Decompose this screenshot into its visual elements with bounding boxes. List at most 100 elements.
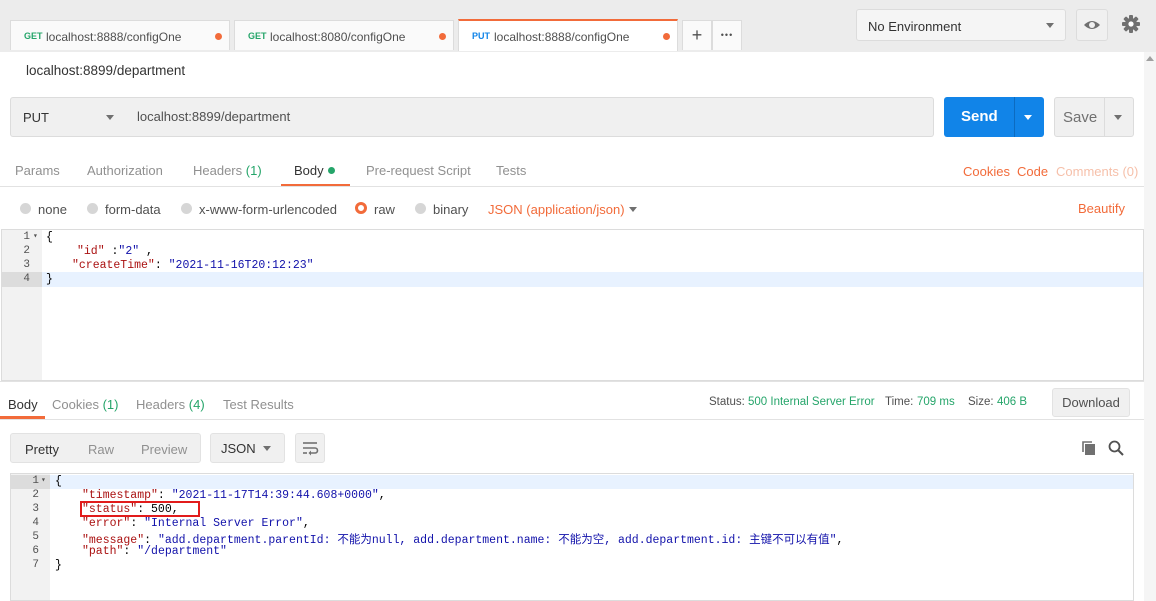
unsaved-dot-icon (439, 33, 446, 40)
status-value: 500 Internal Server Error (748, 396, 875, 408)
send-button[interactable]: Send (944, 97, 1044, 137)
json-comma: , (139, 245, 153, 258)
gear-icon (1122, 15, 1140, 33)
request-title: localhost:8899/department (26, 63, 186, 78)
divider (0, 381, 1156, 382)
radio-urlencoded-label: x-www-form-urlencoded (199, 202, 337, 217)
save-options-chevron-icon[interactable] (1114, 115, 1122, 120)
line-number: 2 (32, 489, 39, 501)
cookies-link[interactable]: Cookies (963, 164, 1010, 179)
environment-select[interactable]: No Environment (856, 9, 1066, 41)
request-body-editor[interactable]: 1 ▾ 2 3 4 { "id" :"2" , "createTime": "2… (1, 229, 1144, 381)
radio-form-data-label: form-data (105, 202, 161, 217)
request-tab-1[interactable]: GET localhost:8888/configOne (10, 20, 230, 50)
tab-body[interactable]: Body (294, 163, 335, 178)
code-line-7: } (55, 559, 62, 572)
time-value: 709 ms (917, 396, 955, 408)
send-label: Send (961, 108, 998, 125)
save-button[interactable]: Save (1054, 97, 1134, 137)
page-scrollbar[interactable] (1144, 52, 1156, 601)
tab-url: localhost:8888/configOne (494, 30, 630, 44)
chevron-down-icon (106, 115, 114, 120)
view-preview-button[interactable]: Preview (141, 442, 187, 457)
wrap-lines-button[interactable] (295, 433, 325, 463)
chevron-down-icon (1046, 23, 1054, 28)
copy-icon[interactable] (1081, 440, 1097, 456)
fold-icon[interactable]: ▾ (41, 475, 46, 485)
response-format-select[interactable]: JSON (210, 433, 285, 463)
line-number: 5 (32, 531, 39, 543)
json-key: "createTime" (72, 259, 155, 272)
view-raw-button[interactable]: Raw (88, 442, 114, 457)
code-line-6: "path": "/department" (82, 545, 227, 558)
http-method-select[interactable]: PUT (10, 97, 127, 137)
search-icon[interactable] (1107, 439, 1125, 457)
radio-urlencoded[interactable] (181, 203, 192, 214)
json-value: "Internal Server Error" (144, 517, 303, 530)
send-options-chevron-icon[interactable] (1024, 115, 1032, 120)
radio-binary-label: binary (433, 202, 469, 217)
response-format-value: JSON (221, 441, 256, 456)
content-type-select[interactable]: JSON (application/json) (488, 202, 625, 217)
settings-button[interactable] (1116, 9, 1148, 41)
save-divider (1104, 98, 1105, 136)
tab-pre-request-script[interactable]: Pre-request Script (366, 163, 471, 178)
more-icon: ••• (720, 30, 734, 40)
fold-icon[interactable]: ▾ (33, 231, 38, 241)
url-input[interactable]: localhost:8899/department (126, 97, 934, 137)
line-number: 3 (23, 259, 30, 271)
response-tab-cookies-count: (1) (102, 397, 119, 412)
tab-params[interactable]: Params (15, 163, 60, 178)
scroll-up-icon[interactable] (1146, 56, 1154, 61)
response-tab-cookies[interactable]: Cookies (1) (52, 397, 118, 412)
radio-form-data[interactable] (87, 203, 98, 214)
response-tab-test-results[interactable]: Test Results (223, 397, 294, 412)
tab-headers[interactable]: Headers (1) (193, 163, 262, 178)
json-key: "id" (77, 245, 105, 258)
new-tab-button[interactable]: + (682, 20, 712, 50)
tab-authorization[interactable]: Authorization (87, 163, 163, 178)
comments-link[interactable]: Comments (0) (1056, 164, 1138, 179)
status-label: Status: (709, 396, 745, 408)
download-button[interactable]: Download (1052, 388, 1130, 417)
tab-url: localhost:8080/configOne (270, 30, 406, 44)
json-key: "error" (82, 517, 131, 530)
more-tabs-button[interactable]: ••• (712, 20, 742, 50)
response-tab-headers-label: Headers (136, 397, 186, 412)
json-value: "2" (118, 245, 140, 258)
radio-binary[interactable] (415, 203, 426, 214)
radio-none-label: none (38, 202, 67, 217)
response-tab-headers[interactable]: Headers (4) (136, 397, 205, 412)
radio-none[interactable] (20, 203, 31, 214)
radio-raw-label: raw (374, 202, 395, 217)
json-key: "path" (82, 545, 124, 558)
beautify-link[interactable]: Beautify (1078, 201, 1125, 216)
tab-body-label: Body (294, 163, 324, 178)
body-indicator-icon (327, 167, 335, 174)
environment-quick-look-button[interactable] (1076, 9, 1108, 41)
tab-method: PUT (472, 31, 490, 41)
size-value: 406 B (997, 396, 1028, 408)
code-line-1: { (55, 475, 62, 488)
unsaved-dot-icon (663, 33, 670, 40)
code-line-3: "createTime": "2021-11-16T20:12:23" (72, 259, 314, 272)
response-body-viewer[interactable]: 1 ▾ 2 3 4 5 6 7 { "timestamp": "2021-11-… (10, 473, 1134, 601)
request-tab-3-active[interactable]: PUT localhost:8888/configOne (458, 19, 678, 51)
json-value: "2021-11-16T20:12:23" (168, 259, 314, 272)
plus-icon: + (691, 25, 703, 45)
response-tab-cookies-label: Cookies (52, 397, 99, 412)
tab-tests[interactable]: Tests (496, 163, 526, 178)
response-tab-body[interactable]: Body (8, 397, 38, 412)
wrap-icon (303, 442, 319, 456)
request-tab-2[interactable]: GET localhost:8080/configOne (234, 20, 454, 50)
line-number: 7 (32, 559, 39, 571)
radio-raw-selected[interactable] (355, 202, 367, 214)
line-number: 3 (32, 503, 39, 515)
code-link[interactable]: Code (1017, 164, 1048, 179)
json-value: "/department" (137, 545, 227, 558)
code-line-4: } (46, 273, 53, 286)
code-line-1: { (46, 231, 53, 244)
tab-headers-label: Headers (193, 163, 243, 178)
line-number: 4 (32, 517, 39, 529)
view-pretty-button[interactable]: Pretty (25, 442, 59, 457)
